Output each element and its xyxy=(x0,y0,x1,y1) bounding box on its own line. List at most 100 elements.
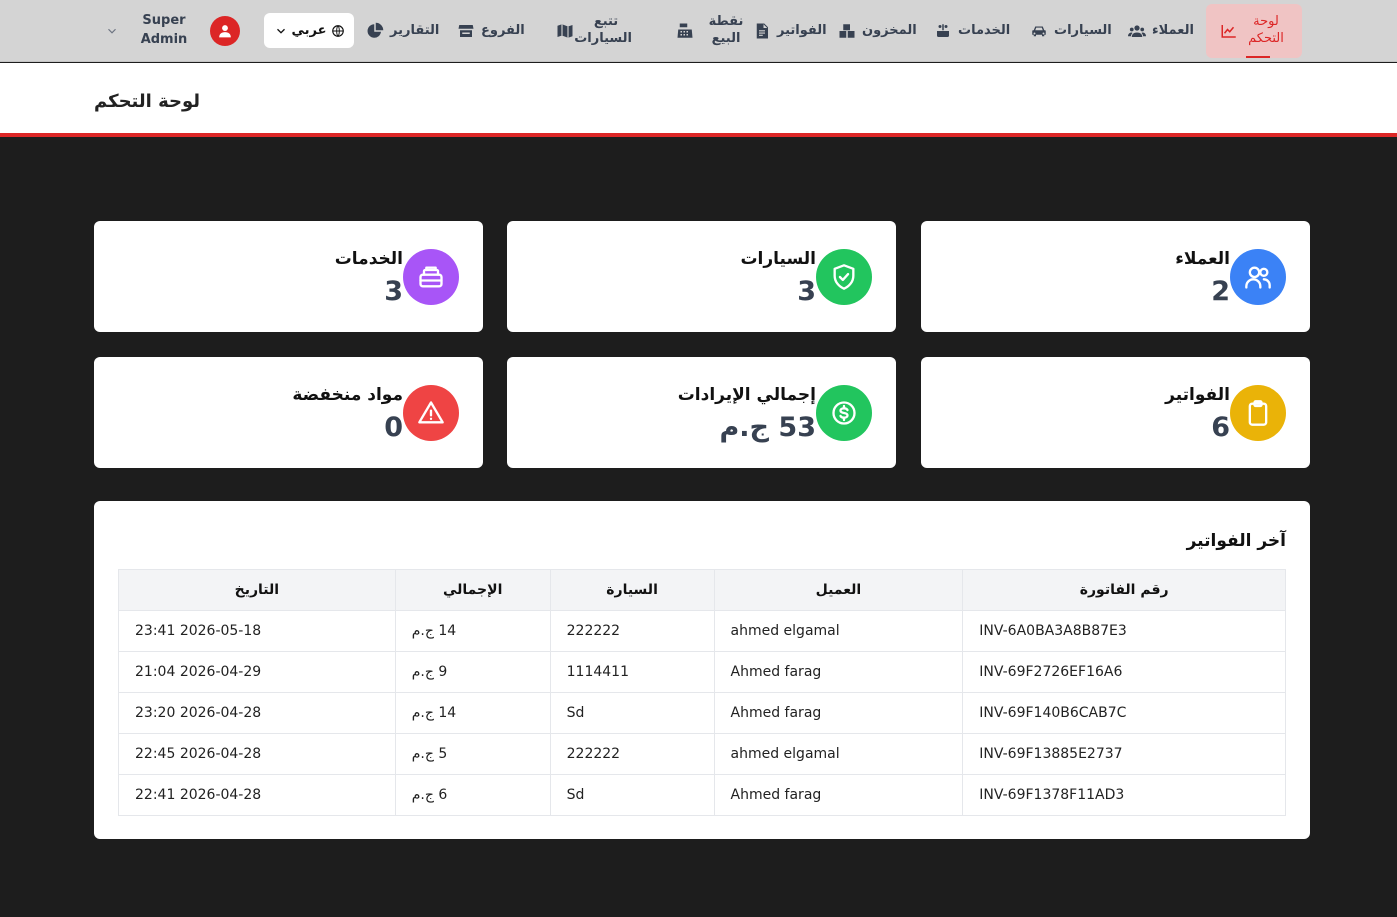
cell-date: 2026-04-29 21:04 xyxy=(118,651,396,693)
stat-value: 6 xyxy=(1211,412,1230,443)
cell-invoice-number: INV-6A0BA3A8B87E3 xyxy=(962,610,1286,652)
map-icon xyxy=(556,22,574,40)
cell-invoice-number: INV-69F2726EF16A6 xyxy=(962,651,1286,693)
nav-customers-label: العملاء xyxy=(1152,22,1194,38)
cell-total: 5 ج.م xyxy=(394,733,551,775)
chart-line-icon xyxy=(1220,22,1238,40)
invoices-table: رقم الفاتورة العميل السيارة الإجمالي الت… xyxy=(118,569,1286,816)
stack-icon xyxy=(419,266,443,288)
stat-value: 53 ج.م xyxy=(719,412,816,443)
table-header-row: رقم الفاتورة العميل السيارة الإجمالي الت… xyxy=(118,569,1286,611)
stat-card-invoices: الفواتير 6 xyxy=(921,357,1310,468)
store-icon xyxy=(457,22,475,40)
nav-car-tracking[interactable]: تتبع السيارات xyxy=(556,0,632,62)
nav-invoices-label: الفواتير xyxy=(777,22,827,38)
table-row[interactable]: INV-69F140B6CAB7C Ahmed farag Sd 14 ج.م … xyxy=(118,692,1286,734)
cell-date: 2026-04-28 23:20 xyxy=(118,692,396,734)
nav-invoices[interactable]: الفواتير xyxy=(753,0,827,62)
cell-car: Sd xyxy=(549,774,715,816)
file-invoice-icon xyxy=(753,22,771,40)
table-row[interactable]: INV-6A0BA3A8B87E3 ahmed elgamal 222222 1… xyxy=(118,610,1286,652)
cell-customer: Ahmed farag xyxy=(713,774,964,816)
stat-icon-revenue xyxy=(816,385,872,441)
language-label: عربي xyxy=(291,23,327,38)
warning-icon xyxy=(418,401,444,424)
stat-label: الخدمات xyxy=(334,249,403,269)
car-icon xyxy=(1030,22,1048,40)
nav-services[interactable]: الخدمات xyxy=(934,0,1010,62)
col-date: التاريخ xyxy=(118,569,396,611)
stat-label: العملاء xyxy=(1175,249,1230,269)
language-selector[interactable]: عربي xyxy=(264,13,354,48)
nav-inventory-label: المخزون xyxy=(862,22,917,38)
nav-cars[interactable]: السيارات xyxy=(1030,0,1112,62)
stat-icon-cars xyxy=(816,249,872,305)
user-icon xyxy=(219,25,231,38)
cell-total: 6 ج.م xyxy=(394,774,551,816)
clipboard-icon xyxy=(1248,400,1268,426)
stat-value: 3 xyxy=(797,276,816,307)
pie-chart-icon xyxy=(366,22,384,40)
stat-value: 0 xyxy=(384,412,403,443)
cell-date: 2026-04-28 22:45 xyxy=(118,733,396,775)
dollar-icon xyxy=(832,401,856,425)
nav-customers[interactable]: العملاء xyxy=(1128,0,1194,62)
col-car: السيارة xyxy=(549,569,715,611)
stat-card-revenue: إجمالي الإيرادات 53 ج.م xyxy=(507,357,896,468)
page-title: لوحة التحكم xyxy=(94,91,201,112)
globe-icon xyxy=(331,24,344,37)
cell-car: 222222 xyxy=(549,610,715,652)
user-avatar[interactable] xyxy=(210,16,240,46)
stat-icon-low-stock xyxy=(403,385,459,441)
nav-reports-label: التقارير xyxy=(390,22,440,38)
user-name[interactable]: Super Admin xyxy=(134,12,194,50)
user-menu-chevron-icon[interactable] xyxy=(105,24,119,38)
cell-car: Sd xyxy=(549,692,715,734)
users-icon xyxy=(1245,266,1271,289)
cell-customer: ahmed elgamal xyxy=(713,610,964,652)
cell-car: 1114411 xyxy=(549,651,715,693)
cell-customer: ahmed elgamal xyxy=(713,733,964,775)
col-total: الإجمالي xyxy=(394,569,551,611)
page-header: لوحة التحكم xyxy=(0,63,1397,137)
table-row[interactable]: INV-69F13885E2737 ahmed elgamal 222222 5… xyxy=(118,733,1286,775)
col-customer: العميل xyxy=(713,569,964,611)
services-icon xyxy=(934,22,952,40)
stat-value: 3 xyxy=(384,276,403,307)
cell-total: 9 ج.م xyxy=(394,651,551,693)
cell-invoice-number: INV-69F13885E2737 xyxy=(962,733,1286,775)
table-row[interactable]: INV-69F1378F11AD3 Ahmed farag Sd 6 ج.م 2… xyxy=(118,774,1286,816)
table-row[interactable]: INV-69F2726EF16A6 Ahmed farag 1114411 9 … xyxy=(118,651,1286,693)
shield-check-icon xyxy=(833,264,855,290)
cell-car: 222222 xyxy=(549,733,715,775)
cell-total: 14 ج.م xyxy=(394,610,551,652)
nav-branches-label: الفروع xyxy=(481,22,525,38)
cell-customer: Ahmed farag xyxy=(713,651,964,693)
chevron-down-icon xyxy=(276,28,285,34)
boxes-icon xyxy=(838,22,856,40)
nav-pos[interactable]: نقطة البيع xyxy=(676,0,752,62)
cash-register-icon xyxy=(676,22,694,40)
cell-date: 2026-04-28 22:41 xyxy=(118,774,396,816)
stat-label: إجمالي الإيرادات xyxy=(677,385,816,405)
top-navbar: لوحة التحكم العملاء السيارات الخدمات الم… xyxy=(0,0,1397,62)
stat-value: 2 xyxy=(1211,276,1230,307)
cell-date: 2026-05-18 23:41 xyxy=(118,610,396,652)
nav-inventory[interactable]: المخزون xyxy=(838,0,917,62)
stat-icon-invoices xyxy=(1230,385,1286,441)
latest-invoices-title: آخر الفواتير xyxy=(1186,531,1286,551)
nav-car-tracking-label: تتبع السيارات xyxy=(574,14,632,46)
nav-services-label: الخدمات xyxy=(958,22,1011,38)
nav-branches[interactable]: الفروع xyxy=(457,0,525,62)
col-invoice-number: رقم الفاتورة xyxy=(962,569,1286,611)
nav-reports[interactable]: التقارير xyxy=(366,0,439,62)
stat-card-low-stock: مواد منخفضة 0 xyxy=(94,357,483,468)
stat-card-cars: السيارات 3 xyxy=(507,221,896,332)
nav-dashboard[interactable]: لوحة التحكم xyxy=(1206,4,1302,58)
stat-label: الفواتير xyxy=(1165,385,1230,405)
users-icon xyxy=(1128,22,1146,40)
stat-icon-services xyxy=(403,249,459,305)
stat-label: مواد منخفضة xyxy=(292,385,403,405)
stat-label: السيارات xyxy=(740,249,816,269)
latest-invoices-panel: آخر الفواتير رقم الفاتورة العميل السيارة… xyxy=(94,501,1310,839)
